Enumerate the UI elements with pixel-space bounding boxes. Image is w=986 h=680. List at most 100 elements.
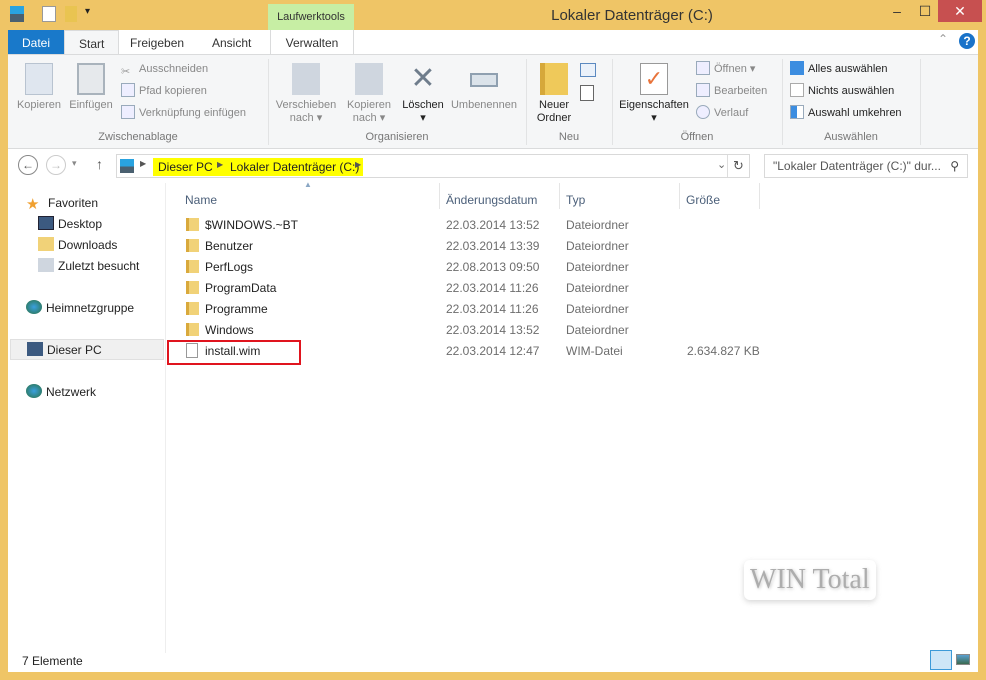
file-row[interactable]: $WINDOWS.~BT 22.03.2014 13:52 Dateiordne… [178,215,788,236]
breadcrumb-drive[interactable]: Lokaler Datenträger (C:) [225,158,364,176]
folder-icon [186,239,199,252]
file-name: $WINDOWS.~BT [205,218,299,232]
nav-recent[interactable]: Zuletzt besucht [38,256,139,277]
breadcrumb-dieser-pc[interactable]: Dieser PC [153,158,218,176]
search-icon: ⚲ [950,159,959,173]
collapse-ribbon-icon[interactable]: ⌃ [938,32,948,46]
file-row[interactable]: Programme 22.03.2014 11:26 Dateiordner [178,299,788,320]
file-date: 22.03.2014 13:52 [446,323,540,337]
large-icons-view-button[interactable] [956,654,970,665]
file-row[interactable]: Benutzer 22.03.2014 13:39 Dateiordner [178,236,788,257]
nav-network[interactable]: Netzwerk [26,382,96,403]
copy-button[interactable]: Kopieren [14,63,64,112]
maximize-button[interactable]: ☐ [910,0,940,22]
tab-share[interactable]: Freigeben [116,30,198,54]
chevron-right-icon: ▶ [217,160,224,169]
easy-access-icon[interactable] [580,85,594,101]
back-button[interactable]: ← [18,155,38,175]
open-button[interactable]: Öffnen ▾ [696,59,755,79]
copy-icon [25,63,53,95]
file-type: WIM-Datei [566,344,623,358]
status-item-count: 7 Elemente [22,654,83,668]
paste-icon [77,63,105,95]
drive-icon [120,159,134,173]
downloads-icon [38,237,54,251]
properties-check-icon: ✓ [640,63,668,95]
file-date: 22.08.2013 09:50 [446,260,540,274]
file-type: Dateiordner [566,218,629,232]
address-dropdown-icon[interactable]: ⌄ [717,158,726,171]
select-all-icon [790,61,804,75]
tab-manage[interactable]: Verwalten [270,30,354,54]
folder-icon [186,302,199,315]
shortcut-icon [121,105,135,119]
tab-start[interactable]: Start [64,30,120,54]
file-type: Dateiordner [566,239,629,253]
group-label-select: Auswählen [824,131,878,143]
properties-button[interactable]: ✓ Eigenschaften ▾ [616,63,692,125]
invert-selection-button[interactable]: Auswahl umkehren [790,103,902,123]
address-bar[interactable]: ▶ Dieser PC ▶ Lokaler Datenträger (C:) ▶… [116,154,750,178]
desktop-icon [38,216,54,230]
history-button[interactable]: Verlauf [696,103,748,123]
paste-button[interactable]: Einfügen [66,63,116,112]
search-input[interactable]: "Lokaler Datenträger (C:)" dur... ⚲ [764,154,968,178]
nav-this-pc[interactable]: Dieser PC [10,339,164,360]
refresh-icon[interactable]: ↻ [733,158,744,174]
forward-button[interactable]: → [46,155,66,175]
details-view-button[interactable] [930,650,952,670]
group-label-organize: Organisieren [365,131,429,143]
paste-shortcut-button[interactable]: Verknüpfung einfügen [121,103,246,123]
ribbon: Kopieren Einfügen ✂ Ausschneiden Pfad kop… [8,54,978,149]
group-label-new: Neu [558,131,580,143]
file-type: Dateiordner [566,323,629,337]
folder-icon [186,323,199,336]
copy-to-icon [355,63,383,95]
delete-button[interactable]: ✕ Löschen ▾ [400,63,446,125]
folder-icon [540,63,568,95]
star-icon: ★ [26,196,40,213]
cut-button[interactable]: ✂ Ausschneiden [121,59,208,79]
copy-to-button[interactable]: Kopieren nach ▾ [341,63,397,125]
file-date: 22.03.2014 13:52 [446,218,540,232]
open-icon [696,61,710,75]
copy-path-button[interactable]: Pfad kopieren [121,81,207,101]
edit-button[interactable]: Bearbeiten [696,81,767,101]
tab-file[interactable]: Datei [8,30,64,54]
navigation-pane: ★ Favoriten Desktop Downloads Zuletzt bes… [8,183,166,653]
file-row[interactable]: Windows 22.03.2014 13:52 Dateiordner [178,320,788,341]
rename-button[interactable]: Umbenennen [448,63,520,112]
close-button[interactable]: ✕ [938,0,982,22]
column-header-size[interactable]: Größe [686,188,720,212]
invert-selection-icon [790,105,804,119]
file-type: Dateiordner [566,260,629,274]
file-name: Windows [205,323,254,337]
nav-favorites[interactable]: ★ Favoriten [26,193,98,214]
tab-view[interactable]: Ansicht [198,30,265,54]
search-placeholder: "Lokaler Datenträger (C:)" dur... [773,159,941,173]
minimize-button[interactable]: – [882,0,912,22]
nav-downloads[interactable]: Downloads [38,235,117,256]
new-item-icon[interactable] [580,63,596,77]
file-row[interactable]: PerfLogs 22.08.2013 09:50 Dateiordner [178,257,788,278]
help-icon[interactable]: ? [959,33,975,49]
select-none-button[interactable]: Nichts auswählen [790,81,894,101]
window-title: Lokaler Datenträger (C:) [551,7,713,24]
select-all-button[interactable]: Alles auswählen [790,59,888,79]
column-header-date[interactable]: Änderungsdatum [446,188,537,212]
up-button[interactable]: ↑ [96,156,103,172]
move-to-button[interactable]: Verschieben nach ▾ [274,63,338,125]
file-date: 22.03.2014 11:26 [446,302,539,316]
recent-places-icon [38,258,54,272]
nav-homegroup[interactable]: Heimnetzgruppe [26,298,134,319]
file-name: ProgramData [205,281,277,295]
column-header-name[interactable]: Name [185,188,217,212]
folder-icon [186,218,199,231]
column-header-type[interactable]: Typ [566,188,585,212]
copy-label: Kopieren [16,99,62,111]
recent-locations-dropdown[interactable]: ▾ [72,158,77,169]
nav-desktop[interactable]: Desktop [38,214,102,235]
new-folder-button[interactable]: Neuer Ordner [532,63,576,125]
file-row[interactable]: ProgramData 22.03.2014 11:26 Dateiordner [178,278,788,299]
group-label-open: Öffnen [680,131,714,143]
